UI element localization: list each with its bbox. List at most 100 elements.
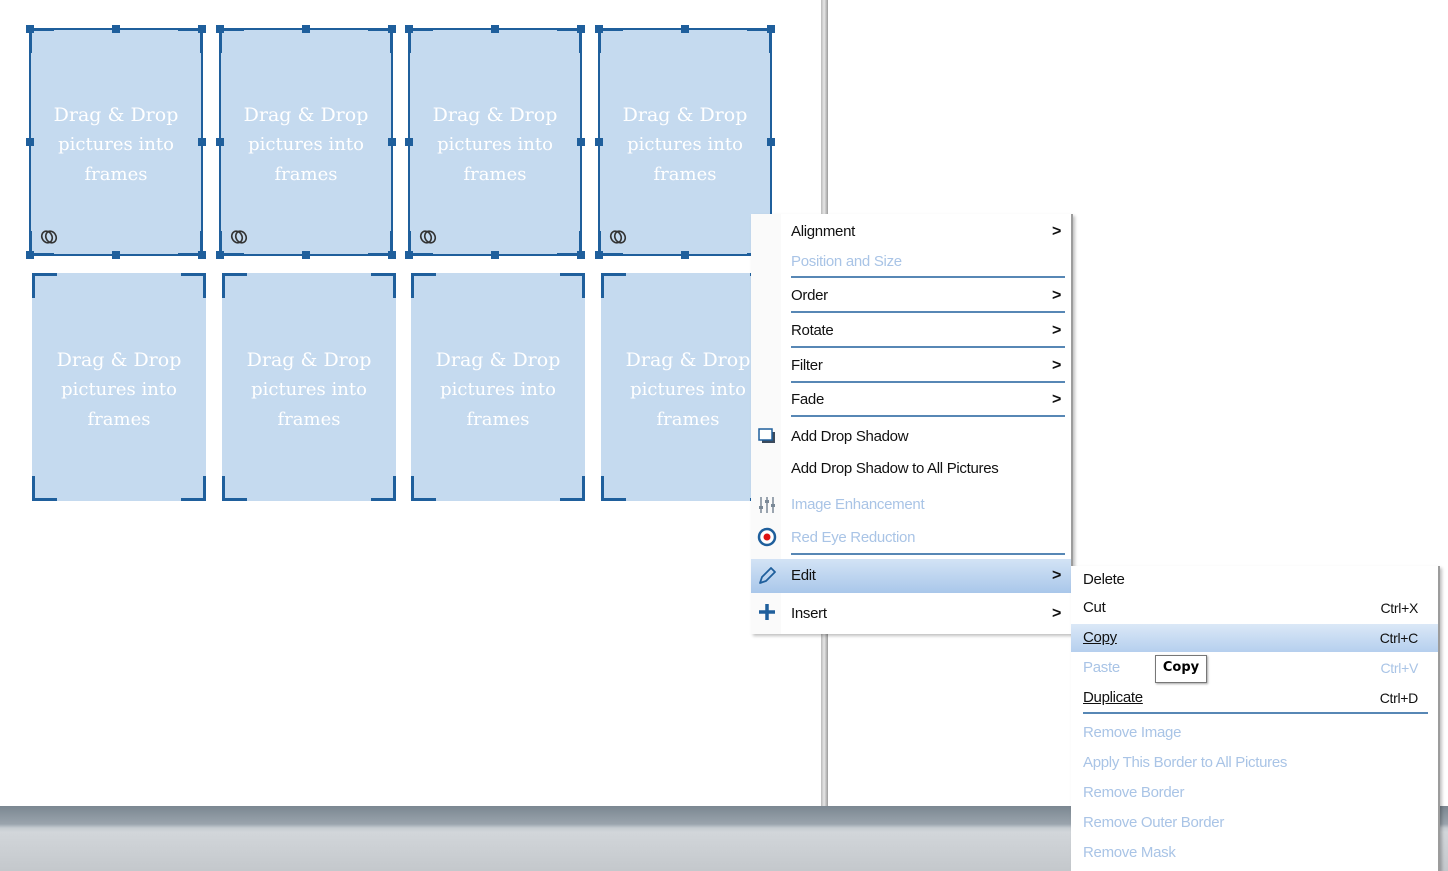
placeholder-line: pictures into: [251, 379, 367, 400]
picture-frame[interactable]: Drag & Drop pictures into frames: [601, 273, 775, 501]
picture-frame[interactable]: Drag & Drop pictures into frames: [405, 25, 585, 259]
menu-item-position-and-size: Position and Size: [791, 248, 1065, 276]
resize-handle[interactable]: [216, 251, 224, 259]
submenu-item-delete[interactable]: Delete: [1083, 566, 1428, 594]
placeholder-line: pictures into: [248, 134, 364, 155]
submenu-item-shortcut: Ctrl+C: [1379, 630, 1419, 646]
placeholder-line: pictures into: [58, 134, 174, 155]
menu-item-fade[interactable]: Fade >: [791, 386, 1065, 414]
frame-corner: [222, 476, 247, 501]
menu-separator: [791, 415, 1065, 417]
context-menu: Alignment > Position and Size Order > Rota…: [751, 214, 1073, 634]
resize-handle[interactable]: [681, 251, 689, 259]
resize-handle[interactable]: [577, 25, 585, 33]
resize-handle[interactable]: [198, 251, 206, 259]
frame-corner: [601, 273, 626, 298]
placeholder-line: pictures into: [627, 134, 743, 155]
submenu-item-label: Cut: [1083, 599, 1106, 616]
menu-item-edit[interactable]: Edit >: [751, 559, 1071, 593]
resize-handle[interactable]: [491, 25, 499, 33]
resize-handle[interactable]: [302, 251, 310, 259]
placeholder-line: pictures into: [61, 379, 177, 400]
frame-corner: [32, 273, 57, 298]
resize-handle[interactable]: [388, 251, 396, 259]
frame-placeholder-text: Drag & Drop pictures into frames: [31, 100, 201, 190]
drop-shadow-icon: [758, 428, 775, 443]
placeholder-line: frames: [463, 164, 527, 185]
submenu-item-label: Apply This Border to All Pictures: [1083, 754, 1288, 771]
placeholder-line: pictures into: [437, 134, 553, 155]
resize-handle[interactable]: [405, 25, 413, 33]
copy-tooltip: Copy: [1155, 655, 1207, 683]
placeholder-line: Drag & Drop: [53, 104, 179, 126]
resize-handle[interactable]: [26, 251, 34, 259]
picture-frame[interactable]: Drag & Drop pictures into frames: [26, 25, 206, 259]
frame-corner: [560, 476, 585, 501]
menu-item-filter[interactable]: Filter >: [791, 352, 1065, 380]
submenu-item-label: Delete: [1083, 571, 1125, 588]
submenu-arrow-icon: >: [1051, 567, 1061, 584]
menu-separator: [791, 346, 1065, 348]
resize-handle[interactable]: [577, 251, 585, 259]
link-icon[interactable]: [39, 228, 59, 246]
placeholder-line: Drag & Drop: [246, 349, 372, 371]
menu-item-add-drop-shadow[interactable]: Add Drop Shadow: [791, 423, 1065, 451]
menu-item-label: Position and Size: [791, 253, 902, 270]
resize-handle[interactable]: [112, 251, 120, 259]
menu-item-label: Rotate: [791, 322, 834, 339]
resize-handle[interactable]: [388, 25, 396, 33]
menu-item-label: Order: [791, 287, 828, 304]
menu-item-order[interactable]: Order >: [791, 282, 1065, 310]
menu-item-label: Add Drop Shadow: [791, 428, 909, 445]
placeholder-line: Drag & Drop: [432, 104, 558, 126]
submenu-arrow-icon: >: [1051, 357, 1061, 374]
menu-item-label: Edit: [791, 567, 816, 584]
menu-item-label: Image Enhancement: [791, 496, 925, 513]
picture-frame[interactable]: Drag & Drop pictures into frames: [595, 25, 775, 259]
submenu-item-remove-mask: Remove Mask: [1083, 839, 1428, 867]
sliders-icon: [759, 497, 775, 513]
placeholder-line: Drag & Drop: [243, 104, 369, 126]
resize-handle[interactable]: [595, 251, 603, 259]
resize-handle[interactable]: [767, 25, 775, 33]
placeholder-line: frames: [274, 164, 338, 185]
eye-icon: [757, 527, 777, 547]
link-icon[interactable]: [418, 228, 438, 246]
placeholder-line: frames: [653, 164, 717, 185]
resize-handle[interactable]: [595, 25, 603, 33]
submenu-item-duplicate[interactable]: Duplicate Ctrl+D: [1083, 684, 1428, 712]
submenu-item-shortcut: Ctrl+V: [1380, 660, 1419, 676]
menu-item-rotate[interactable]: Rotate >: [791, 317, 1065, 345]
frame-corner: [411, 273, 436, 298]
menu-item-alignment[interactable]: Alignment >: [791, 218, 1065, 246]
menu-item-insert[interactable]: Insert >: [791, 600, 1065, 628]
resize-handle[interactable]: [198, 25, 206, 33]
resize-handle[interactable]: [216, 25, 224, 33]
picture-frame[interactable]: Drag & Drop pictures into frames: [32, 273, 206, 501]
resize-handle[interactable]: [112, 25, 120, 33]
menu-item-image-enhancement: Image Enhancement: [791, 491, 1065, 519]
frame-corner: [32, 476, 57, 501]
submenu-arrow-icon: >: [1051, 605, 1061, 622]
resize-handle[interactable]: [302, 25, 310, 33]
link-icon[interactable]: [229, 228, 249, 246]
placeholder-line: frames: [87, 409, 151, 430]
placeholder-line: frames: [84, 164, 148, 185]
menu-item-add-drop-shadow-all[interactable]: Add Drop Shadow to All Pictures: [791, 455, 1065, 483]
resize-handle[interactable]: [26, 25, 34, 33]
resize-handle[interactable]: [681, 25, 689, 33]
picture-frame[interactable]: Drag & Drop pictures into frames: [222, 273, 396, 501]
link-icon[interactable]: [608, 228, 628, 246]
edit-submenu: Delete Cut Ctrl+X Copy Ctrl+C Paste Ctrl+V …: [1071, 566, 1440, 871]
menu-separator: [791, 381, 1065, 383]
submenu-item-copy[interactable]: Copy Ctrl+C: [1071, 624, 1438, 652]
resize-handle[interactable]: [491, 251, 499, 259]
frame-placeholder-text: Drag & Drop pictures into frames: [603, 345, 773, 435]
picture-frame[interactable]: Drag & Drop pictures into frames: [411, 273, 585, 501]
resize-handle[interactable]: [405, 251, 413, 259]
submenu-item-shortcut: Ctrl+D: [1379, 690, 1419, 706]
picture-frame[interactable]: Drag & Drop pictures into frames: [216, 25, 396, 259]
submenu-item-label: Remove Image: [1083, 724, 1182, 741]
placeholder-line: frames: [656, 409, 720, 430]
submenu-item-cut[interactable]: Cut Ctrl+X: [1083, 594, 1428, 622]
